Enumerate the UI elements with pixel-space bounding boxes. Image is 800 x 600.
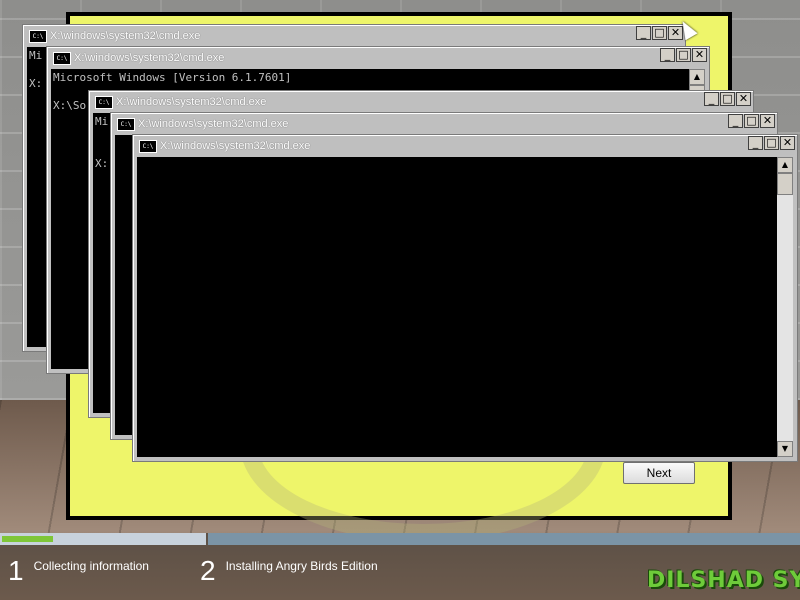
minimize-button[interactable]: _	[728, 114, 743, 128]
step-label: Collecting information	[33, 559, 149, 573]
cmd-title: X:\windows\system32\cmd.exe	[74, 52, 225, 64]
setup-progress	[0, 533, 800, 545]
cmd-title: X:\windows\system32\cmd.exe	[138, 118, 289, 130]
window-controls: _ □ ✕	[728, 114, 775, 128]
close-button[interactable]: ✕	[736, 92, 751, 106]
cmd-icon: C:\	[53, 51, 71, 65]
progress-fill	[2, 536, 53, 542]
cmd-icon: C:\	[139, 139, 157, 153]
window-controls: _ □ ✕	[636, 26, 683, 40]
window-controls: _ □ ✕	[748, 136, 795, 150]
minimize-button[interactable]: _	[660, 48, 675, 62]
cmd-title: X:\windows\system32\cmd.exe	[50, 30, 201, 42]
progress-segment-2	[208, 533, 800, 545]
scroll-up-icon[interactable]: ▲	[777, 157, 793, 173]
step-number: 1	[8, 555, 24, 586]
step-1: 1 Collecting information	[8, 556, 149, 586]
maximize-button[interactable]: □	[676, 48, 691, 62]
maximize-button[interactable]: □	[652, 26, 667, 40]
cmd-icon: C:\	[117, 117, 135, 131]
step-label: Installing Angry Birds Edition	[225, 559, 378, 573]
cmd-icon: C:\	[95, 95, 113, 109]
cmd-titlebar[interactable]: C:\ X:\windows\system32\cmd.exe	[91, 93, 751, 111]
vertical-scrollbar[interactable]: ▲ ▼	[777, 157, 793, 457]
cmd-title: X:\windows\system32\cmd.exe	[116, 96, 267, 108]
close-button[interactable]: ✕	[760, 114, 775, 128]
cmd-title: X:\windows\system32\cmd.exe	[160, 140, 311, 152]
watermark-logo: DILSHAD SYS	[647, 568, 800, 593]
minimize-button[interactable]: _	[748, 136, 763, 150]
close-button[interactable]: ✕	[692, 48, 707, 62]
window-controls: _ □ ✕	[704, 92, 751, 106]
step-number: 2	[200, 555, 216, 586]
scroll-down-icon[interactable]: ▼	[777, 441, 793, 457]
close-button[interactable]: ✕	[780, 136, 795, 150]
minimize-button[interactable]: _	[636, 26, 651, 40]
console-output[interactable]	[137, 157, 777, 457]
cmd-titlebar[interactable]: C:\ X:\windows\system32\cmd.exe	[113, 115, 775, 133]
cmd-icon: C:\	[29, 29, 47, 43]
maximize-button[interactable]: □	[720, 92, 735, 106]
next-button[interactable]: Next	[623, 462, 695, 484]
maximize-button[interactable]: □	[744, 114, 759, 128]
cmd-titlebar[interactable]: C:\ X:\windows\system32\cmd.exe	[135, 137, 795, 155]
scroll-up-icon[interactable]: ▲	[689, 69, 705, 85]
step-2: 2 Installing Angry Birds Edition	[200, 556, 378, 586]
window-controls: _ □ ✕	[660, 48, 707, 62]
cmd-titlebar[interactable]: C:\ X:\windows\system32\cmd.exe	[49, 49, 707, 67]
cmd-titlebar[interactable]: C:\ X:\windows\system32\cmd.exe	[25, 27, 683, 45]
cmd-window-5[interactable]: C:\ X:\windows\system32\cmd.exe _ □ ✕ ▲ …	[132, 134, 798, 462]
scroll-thumb[interactable]	[777, 173, 793, 195]
progress-segment-1	[0, 533, 206, 545]
minimize-button[interactable]: _	[704, 92, 719, 106]
maximize-button[interactable]: □	[764, 136, 779, 150]
